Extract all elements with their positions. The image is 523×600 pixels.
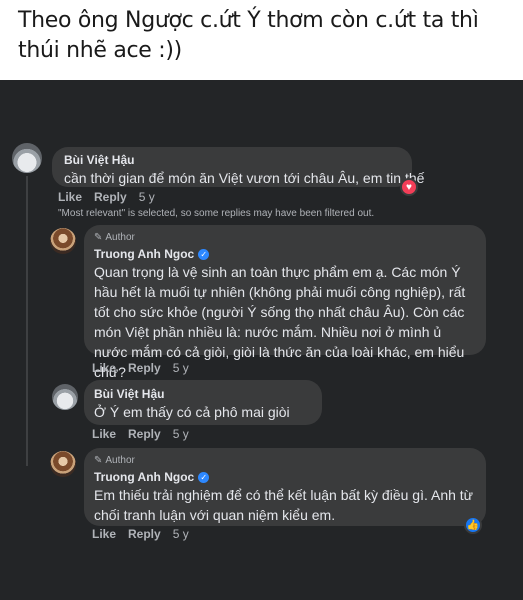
comment-actions: Like Reply 5 y <box>92 361 189 375</box>
comment-actions: Like Reply 5 y <box>58 190 155 204</box>
comment-text: Ở Ý em thấy có cả phô mai giòi <box>94 404 290 420</box>
like-link[interactable]: Like <box>92 527 116 541</box>
avatar[interactable] <box>50 451 76 477</box>
timestamp[interactable]: 5 y <box>173 527 189 541</box>
commenter-name[interactable]: Bùi Việt Hậu <box>94 386 164 402</box>
pencil-icon: ✎ <box>94 455 103 466</box>
comment-actions: Like Reply 5 y <box>92 427 189 441</box>
timestamp[interactable]: 5 y <box>139 190 155 204</box>
comment-text: Em thiếu trải nghiệm để có thể kết luận … <box>94 487 474 523</box>
comment-bubble: ✎ Author Truong Anh Ngoc ✓ Em thiếu trải… <box>84 448 486 526</box>
like-link[interactable]: Like <box>92 361 116 375</box>
timestamp[interactable]: 5 y <box>173 361 189 375</box>
avatar[interactable] <box>52 384 78 410</box>
commenter-name[interactable]: Truong Anh Ngoc <box>94 246 194 262</box>
heart-reaction-icon[interactable]: ♥ <box>400 178 418 196</box>
filter-notice: "Most relevant" is selected, so some rep… <box>58 208 375 219</box>
author-label: ✎ Author <box>94 232 135 243</box>
commenter-name[interactable]: Truong Anh Ngoc <box>94 469 194 485</box>
verified-badge-icon: ✓ <box>198 471 210 483</box>
comment-bubble: Bùi Việt Hậu cần thời gian để món ăn Việ… <box>52 147 425 187</box>
post-caption: Theo ông Ngược c.ứt Ý thơm còn c.ứt ta t… <box>18 8 479 63</box>
thread-line <box>26 176 28 466</box>
avatar[interactable] <box>12 143 42 173</box>
like-link[interactable]: Like <box>58 190 82 204</box>
reply-link[interactable]: Reply <box>128 427 161 441</box>
reply-link[interactable]: Reply <box>128 361 161 375</box>
like-reaction-icon[interactable]: 👍 <box>464 516 482 534</box>
comment-bubble: Bùi Việt Hậu Ở Ý em thấy có cả phô mai g… <box>84 380 322 425</box>
comments-screenshot: Bùi Việt Hậu cần thời gian để món ăn Việ… <box>0 80 523 600</box>
pencil-icon: ✎ <box>94 232 103 243</box>
like-link[interactable]: Like <box>92 427 116 441</box>
verified-badge-icon: ✓ <box>198 248 210 260</box>
comment-actions: Like Reply 5 y <box>92 527 189 541</box>
comment-bubble: ✎ Author Truong Anh Ngoc ✓ Quan trọng là… <box>84 225 486 380</box>
commenter-name[interactable]: Bùi Việt Hậu <box>64 152 134 168</box>
reply-link[interactable]: Reply <box>94 190 127 204</box>
avatar[interactable] <box>50 228 76 254</box>
comment-text: cần thời gian để món ăn Việt vươn tới ch… <box>64 170 425 186</box>
reply-link[interactable]: Reply <box>128 527 161 541</box>
author-label: ✎ Author <box>94 455 135 466</box>
timestamp[interactable]: 5 y <box>173 427 189 441</box>
